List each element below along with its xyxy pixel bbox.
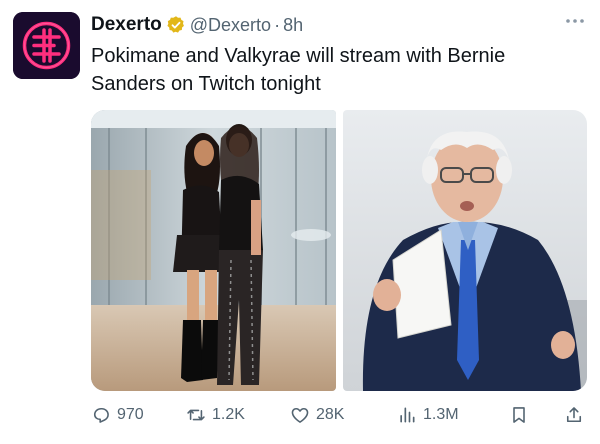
action-bar: 970 1.2K 28K 1.3M <box>91 398 587 432</box>
reply-count: 970 <box>117 406 144 423</box>
separator-dot: · <box>274 14 281 35</box>
share-icon <box>566 407 582 423</box>
like-button[interactable]: 28K <box>290 398 344 432</box>
views-chart-icon <box>400 407 415 423</box>
media-grid <box>91 110 587 391</box>
retweet-button[interactable]: 1.2K <box>186 398 245 432</box>
reply-icon <box>93 407 109 423</box>
retweet-count: 1.2K <box>212 406 245 423</box>
account-handle[interactable]: @Dexerto <box>190 15 271 36</box>
dexerto-logo-icon <box>13 12 80 79</box>
reply-button[interactable]: 970 <box>91 398 144 432</box>
bookmark-icon <box>513 407 525 423</box>
tweet-header: Dexerto @Dexerto · 8h <box>91 14 303 36</box>
more-dots-icon <box>566 19 584 23</box>
share-button[interactable] <box>564 398 584 432</box>
like-count: 28K <box>316 406 345 423</box>
post-time[interactable]: 8h <box>283 15 303 36</box>
tweet-text: Pokimane and Valkyrae will stream with B… <box>91 45 506 95</box>
heart-icon <box>291 407 309 423</box>
man-holding-paper-photo[interactable] <box>343 110 587 391</box>
bookmark-button[interactable] <box>509 398 529 432</box>
verified-badge-icon <box>166 15 186 35</box>
account-name[interactable]: Dexerto <box>91 14 162 36</box>
retweet-icon <box>187 409 205 421</box>
views-button[interactable]: 1.3M <box>397 398 459 432</box>
view-count: 1.3M <box>423 406 459 423</box>
more-button[interactable] <box>562 8 588 34</box>
avatar[interactable] <box>13 12 80 79</box>
two-women-photo[interactable] <box>91 110 336 391</box>
